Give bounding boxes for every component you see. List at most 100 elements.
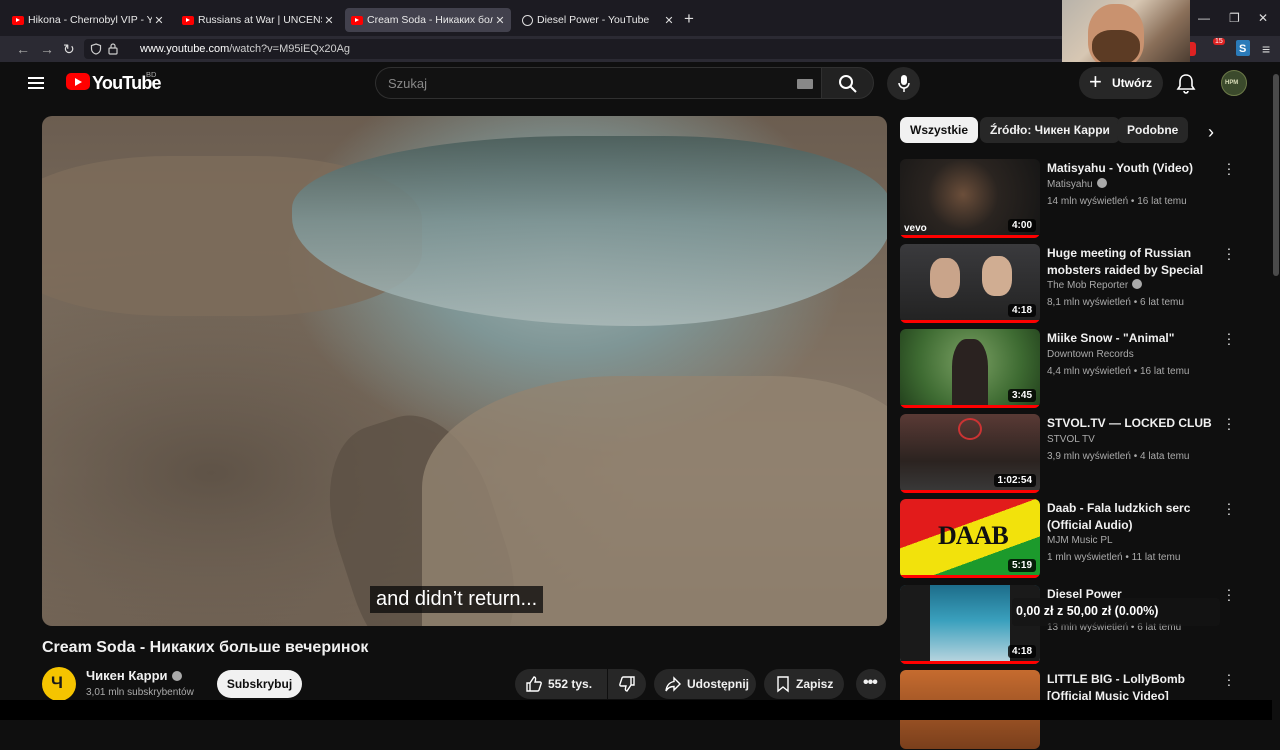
search-input[interactable]: Szukaj [375,67,821,99]
video-thumbnail[interactable]: DAAB 5:19 [900,499,1040,578]
chip-all[interactable]: Wszystkie [900,117,979,143]
recommendation-title[interactable]: Huge meeting of Russian mobsters raided … [1047,245,1215,279]
recommendation-title[interactable]: Matisyahu - Youth (Video) [1047,160,1215,177]
recommendation-item[interactable]: DAAB 5:19 Daab - Fala ludzkich serc (Off… [900,496,1272,579]
more-vertical-icon[interactable]: · · · [1225,241,1233,265]
verified-icon [171,670,182,681]
video-thumbnail[interactable]: 1:02:54 [900,414,1040,493]
browser-tab[interactable]: Diesel Power - YouTube ✕ [516,8,680,32]
close-tab-icon[interactable]: ✕ [493,14,507,27]
recommendation-title[interactable]: STVOL.TV — LOCKED CLUB [1047,415,1215,432]
verified-icon [1096,178,1107,189]
create-label: Utwórz [1112,76,1152,90]
more-vertical-icon[interactable]: · · · [1225,496,1233,520]
close-window-icon[interactable]: ✕ [1258,11,1268,25]
notifications-bell-icon[interactable] [1175,72,1197,94]
more-vertical-icon[interactable]: · · · [1225,156,1233,180]
account-avatar[interactable]: НРМ [1221,70,1247,96]
reload-icon[interactable]: ↻ [63,40,75,58]
like-button[interactable]: 552 tys. [515,669,607,699]
duration-badge: 4:00 [1007,219,1036,232]
close-tab-icon[interactable]: ✕ [662,14,676,27]
recommendation-item[interactable]: 3:45 Miike Snow - "Animal" Downtown Reco… [900,326,1272,409]
keyboard-icon[interactable] [797,79,813,89]
share-button[interactable]: Udostępnij [654,669,756,699]
search-button[interactable] [821,67,874,99]
video-thumbnail[interactable]: vevo 4:00 [900,159,1040,238]
recommendation-meta: 8,1 mln wyświetleń • 6 lat temu [1047,297,1184,308]
bottom-strip [0,700,1272,720]
duration-badge: 4:18 [1007,304,1036,317]
scrollbar-thumb[interactable] [1273,74,1279,276]
video-thumbnail[interactable]: 3:45 [900,329,1040,408]
dislike-button[interactable] [608,669,646,699]
webcam-overlay [1062,0,1190,64]
video-caption: and didn’t return... [370,586,544,613]
menu-icon[interactable]: ≡ [1262,40,1270,58]
more-vertical-icon[interactable]: · · · [1225,411,1233,435]
forward-icon[interactable]: → [40,40,54,58]
subscribe-button[interactable]: Subskrybuj [217,670,302,698]
more-vertical-icon[interactable]: · · · [1225,667,1233,691]
subscriber-count: 3,01 mln subskrybentów [86,687,194,698]
youtube-icon [351,15,363,25]
tab-title: Cream Soda - Никаких больше вечеринок [367,14,493,26]
channel-avatar[interactable]: Ч [42,667,76,701]
recommendation-meta: 14 mln wyświetleń • 16 lat temu [1047,196,1187,207]
browser-tab-active[interactable]: Cream Soda - Никаких больше вечеринок ✕ [345,8,511,32]
shield-icon [90,43,102,55]
recommendation-title[interactable]: Daab - Fala ludzkich serc (Official Audi… [1047,500,1215,533]
recommendation-item[interactable]: vevo 4:00 Matisyahu - Youth (Video) Mati… [900,156,1272,239]
duration-badge: 3:45 [1007,389,1036,402]
tab-title: Diesel Power - YouTube [537,14,650,26]
url-text: www.youtube.com/watch?v=M95iEQx20Ag [140,43,351,55]
address-bar[interactable]: www.youtube.com/watch?v=M95iEQx20Ag [84,39,1064,59]
duration-badge: 1:02:54 [993,474,1036,487]
close-tab-icon[interactable]: ✕ [152,14,166,27]
more-actions-button[interactable]: ••• [856,669,886,699]
watch-progress-bar [900,490,1040,493]
plus-icon: + [1089,69,1102,94]
create-button[interactable]: + Utwórz [1079,67,1163,99]
youtube-icon [182,15,194,25]
channel-name[interactable]: Чикен Карри [86,668,182,683]
recommendation-channel[interactable]: The Mob Reporter [1047,279,1143,291]
recommendation-item[interactable]: 1:02:54 STVOL.TV — LOCKED CLUB STVOL TV … [900,411,1272,494]
voice-search-button[interactable] [887,67,920,100]
back-icon[interactable]: ← [16,40,30,58]
share-icon [665,676,681,692]
chip-source[interactable]: Źródło: Чикен Карри [980,117,1120,143]
video-player[interactable]: and didn’t return... [42,116,887,626]
recommendation-title[interactable]: Miike Snow - "Animal" [1047,330,1215,347]
more-vertical-icon[interactable]: · · · [1225,582,1233,606]
maximize-icon[interactable]: ❐ [1229,11,1240,25]
recommendation-channel[interactable]: MJM Music PL [1047,535,1113,546]
search-placeholder: Szukaj [388,76,428,91]
browser-tab[interactable]: Hikona - Chernobyl VIP - YouTube ✕ [6,8,170,32]
close-tab-icon[interactable]: ✕ [322,14,336,27]
new-tab-icon[interactable]: + [684,10,694,28]
recommendation-meta: 4,4 mln wyświetleń • 16 lat temu [1047,366,1190,377]
save-button[interactable]: Zapisz [764,669,844,699]
recommendation-channel[interactable]: STVOL TV [1047,434,1095,445]
youtube-logo-icon[interactable] [66,73,90,90]
skype-extension-icon[interactable]: S [1236,40,1250,56]
recommendation-item[interactable]: 4:18 Huge meeting of Russian mobsters ra… [900,241,1272,324]
svg-text:S: S [1239,43,1246,55]
thumbs-up-icon [526,676,542,692]
share-label: Udostępnij [687,677,749,691]
more-vertical-icon[interactable]: · · · [1225,326,1233,350]
chevron-right-icon[interactable]: › [1208,122,1214,143]
recommendation-channel[interactable]: Matisyahu [1047,178,1107,190]
chip-related[interactable]: Podobne [1117,117,1189,143]
lock-icon [108,43,118,55]
recommendation-meta: 1 mln wyświetleń • 11 lat temu [1047,552,1181,563]
vevo-logo: vevo [904,223,927,234]
video-thumbnail[interactable]: 4:18 [900,244,1040,323]
hamburger-menu-icon[interactable] [28,77,44,89]
minimize-icon[interactable]: — [1198,11,1210,25]
thumbs-down-icon [619,676,635,692]
verified-icon [1132,279,1143,290]
browser-tab[interactable]: Russians at War | UNCENSORED ✕ [176,8,340,32]
recommendation-channel[interactable]: Downtown Records [1047,349,1134,360]
